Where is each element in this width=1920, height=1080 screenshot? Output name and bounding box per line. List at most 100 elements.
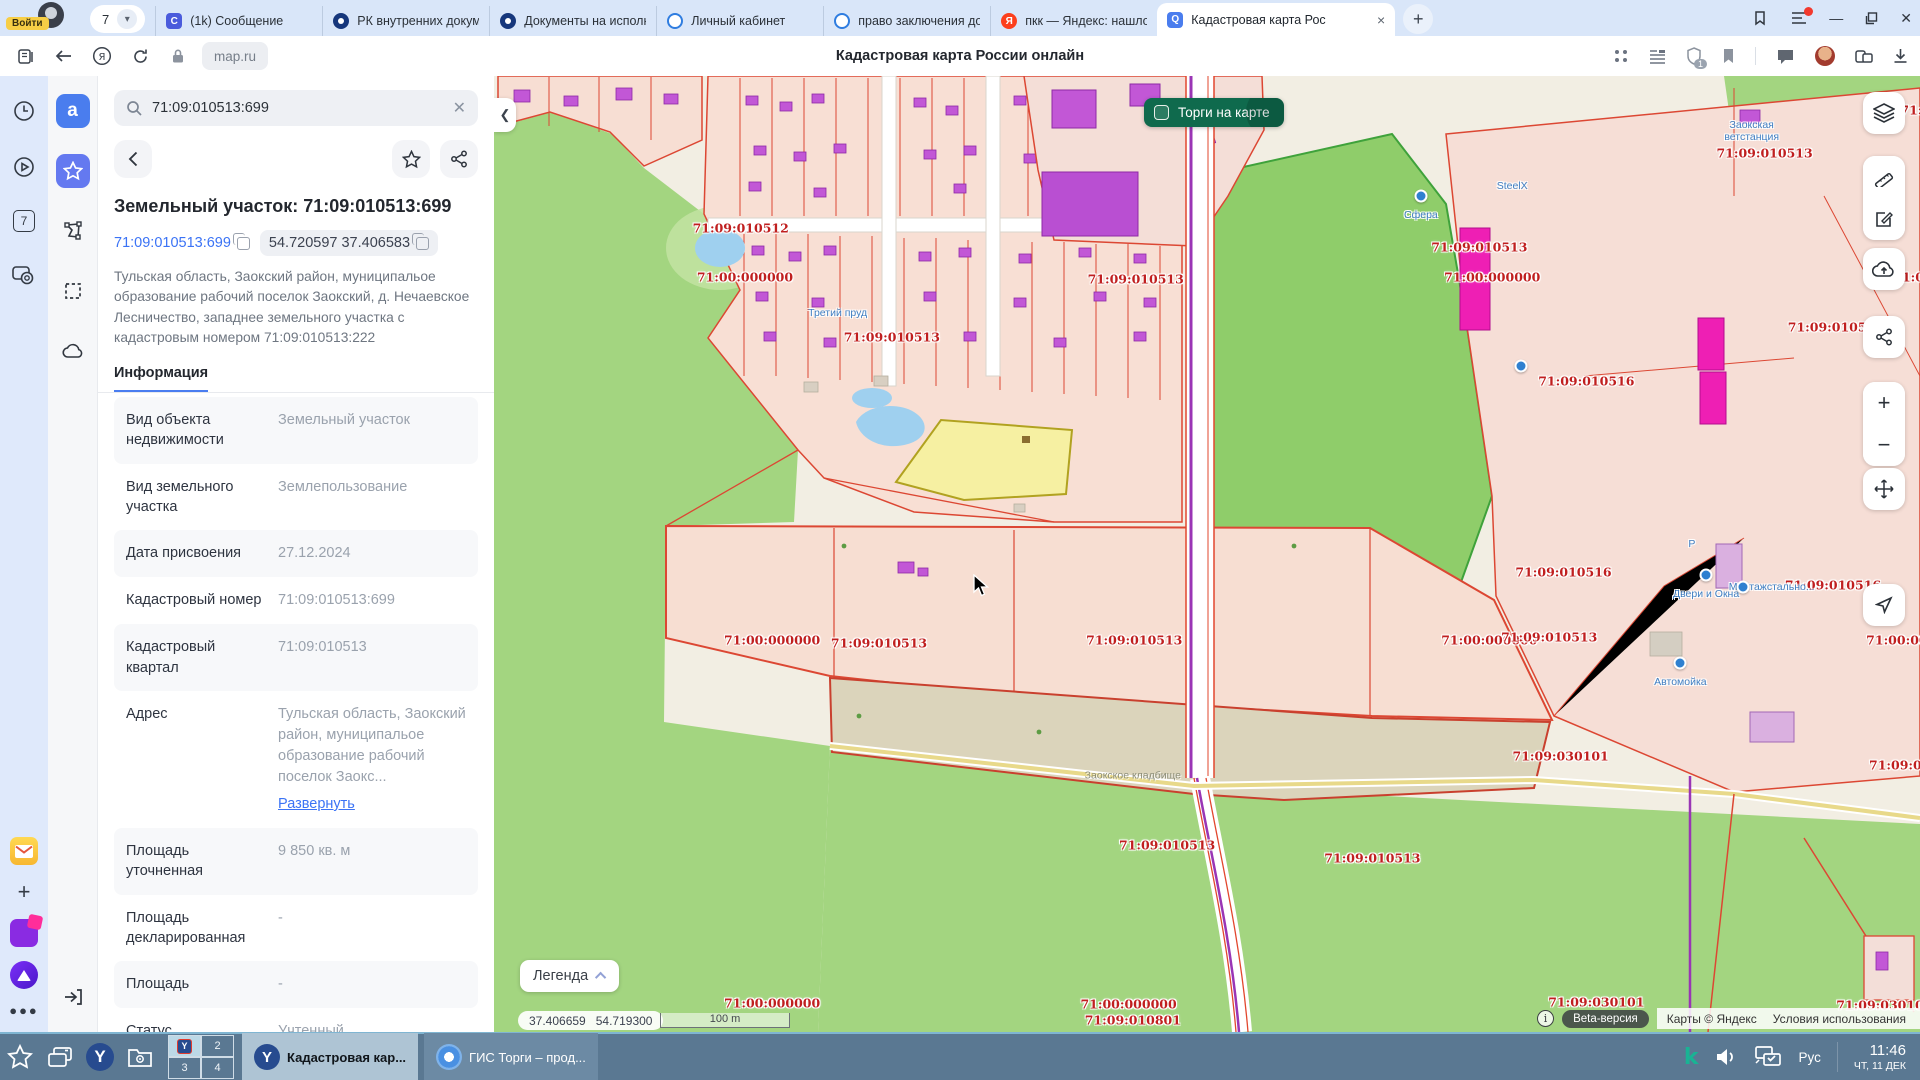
tab-counter-pill[interactable]: 7 ▾ (90, 5, 145, 33)
share-button[interactable] (440, 140, 478, 178)
displays-icon[interactable] (1753, 1045, 1783, 1069)
windows-icon[interactable] (40, 1035, 80, 1079)
poi-icon[interactable] (1674, 656, 1687, 669)
lock-icon[interactable] (164, 42, 192, 70)
browser-tab[interactable]: C (1k) Сообщение (155, 6, 322, 36)
torgi-toggle[interactable]: Торги на карте (1144, 98, 1284, 127)
browser-menu-icon[interactable] (1791, 11, 1807, 25)
video-icon[interactable] (11, 154, 37, 180)
zoom-in-button[interactable]: + (1863, 382, 1905, 424)
back-button[interactable] (50, 42, 78, 70)
draw-button[interactable] (1863, 198, 1905, 240)
layers-button[interactable] (1863, 92, 1905, 134)
music-app-icon[interactable] (10, 919, 38, 947)
messenger-icon[interactable] (1776, 48, 1795, 65)
poi-label: Сфера (1404, 209, 1438, 221)
poi-icon[interactable] (1737, 580, 1750, 593)
cadastral-map[interactable]: 71:09:01051271:00:00000071:09:01051371:0… (494, 76, 1920, 1032)
history-icon[interactable] (11, 98, 37, 124)
exit-icon[interactable] (56, 980, 90, 1014)
task-kadastr[interactable]: Y Кадастровая кар... (242, 1033, 418, 1080)
browser-profile[interactable]: Войти (4, 0, 90, 36)
cadastral-number-link[interactable]: 71:09:010513:699 (114, 235, 250, 251)
more-apps-icon[interactable]: ●●● (9, 1003, 39, 1018)
tab-groups-icon[interactable] (1855, 48, 1873, 64)
panel-collapse-button[interactable]: ❮ (494, 98, 516, 132)
desktop-1-cell[interactable]: Y (168, 1035, 201, 1057)
tab-close-icon[interactable]: × (1377, 12, 1385, 28)
copy-icon[interactable] (416, 237, 429, 250)
bookmark-flag-icon[interactable] (1722, 48, 1735, 64)
info-table: Вид объекта недвижимости Земельный участ… (114, 397, 478, 1032)
language-indicator[interactable]: Рус (1799, 1050, 1821, 1065)
close-button[interactable]: ✕ (1900, 10, 1912, 27)
chevron-down-icon[interactable]: ▾ (117, 9, 137, 29)
cloud-upload-button[interactable] (1863, 248, 1905, 290)
desktop-4-cell[interactable]: 4 (201, 1057, 234, 1079)
search-input[interactable] (152, 100, 443, 116)
kaspersky-icon[interactable]: k (1684, 1045, 1699, 1070)
alice-icon[interactable] (10, 961, 38, 989)
zoom-out-button[interactable]: − (1863, 424, 1905, 466)
protect-shield-icon[interactable]: 1 (1686, 47, 1702, 65)
add-app-icon[interactable]: + (11, 879, 37, 905)
info-icon[interactable]: i (1537, 1010, 1554, 1027)
screenshot-icon[interactable] (11, 262, 37, 288)
tabs-count-icon[interactable]: 7 (13, 210, 35, 232)
launcher-star-icon[interactable] (0, 1035, 40, 1079)
tab-label: пкк — Яндекс: нашлось 5 (1025, 14, 1147, 28)
maximize-button[interactable] (1865, 12, 1878, 25)
pan-button[interactable] (1863, 468, 1905, 510)
back-chevron-button[interactable] (114, 140, 152, 178)
scale-bar: 100 m (660, 1013, 790, 1028)
cloud-icon[interactable] (56, 334, 90, 368)
bookmarks-panel-icon[interactable] (1753, 10, 1769, 26)
gavel-watermark-icon (1246, 98, 1284, 127)
legend-button[interactable]: Легенда (520, 960, 619, 992)
user-avatar[interactable] (1815, 46, 1835, 66)
folder-icon[interactable] (120, 1035, 160, 1079)
search-box[interactable]: ✕ (114, 90, 478, 126)
active-tab[interactable]: Q Кадастровая карта Рос × (1157, 3, 1395, 36)
desktop-3-cell[interactable]: 3 (168, 1057, 201, 1079)
poi-icon[interactable] (1700, 569, 1713, 582)
volume-icon[interactable] (1715, 1047, 1737, 1067)
torgi-checkbox[interactable] (1154, 105, 1169, 120)
select-area-tool-icon[interactable] (56, 274, 90, 308)
desktop-2-cell[interactable]: 2 (201, 1035, 234, 1057)
browser-tab[interactable]: РК внутренних докумен (322, 6, 489, 36)
minimize-button[interactable]: — (1829, 10, 1843, 26)
ruler-button[interactable] (1863, 156, 1905, 198)
terms-link[interactable]: Условия использования (1773, 1012, 1906, 1026)
locate-button[interactable] (1863, 584, 1905, 626)
address-bar[interactable]: map.ru (202, 42, 268, 70)
favorite-star-button[interactable] (392, 140, 430, 178)
info-tab[interactable]: Информация (114, 364, 478, 393)
browser-tab[interactable]: Личный кабинет (656, 6, 823, 36)
reading-list-icon[interactable] (1649, 49, 1666, 64)
task-gis-torgi[interactable]: ГИС Торги – прод... (424, 1033, 598, 1080)
clock[interactable]: 11:46 ЧТ, 11 ДЕК (1854, 1042, 1906, 1071)
login-badge[interactable]: Войти (6, 17, 49, 30)
tiles-icon[interactable] (1613, 48, 1629, 64)
mail-app-icon[interactable] (10, 837, 38, 865)
copy-icon[interactable] (237, 237, 250, 250)
yandex-browser-icon[interactable]: Y (80, 1035, 120, 1079)
map-share-button[interactable] (1863, 316, 1905, 358)
side-panel-icon[interactable] (12, 42, 40, 70)
reload-button[interactable] (126, 42, 154, 70)
browser-tab[interactable]: Документы на исполнен (489, 6, 656, 36)
browser-tab[interactable]: право заключения догов (823, 6, 990, 36)
new-tab-button[interactable]: + (1403, 4, 1433, 34)
coordinates-chip[interactable]: 54.720597 37.406583 (260, 230, 438, 256)
poi-icon[interactable] (1414, 190, 1427, 203)
map-ru-app-logo[interactable]: a (56, 94, 90, 128)
expand-link[interactable]: Развернуть (278, 794, 466, 815)
browser-tab[interactable]: Я пкк — Яндекс: нашлось 5 (990, 6, 1157, 36)
downloads-icon[interactable] (1893, 48, 1908, 64)
clear-search-icon[interactable]: ✕ (453, 98, 466, 118)
yandex-services-icon[interactable]: Я (88, 42, 116, 70)
favorites-star-button[interactable] (56, 154, 90, 188)
poi-icon[interactable] (1514, 359, 1527, 372)
polygon-tool-icon[interactable] (56, 214, 90, 248)
